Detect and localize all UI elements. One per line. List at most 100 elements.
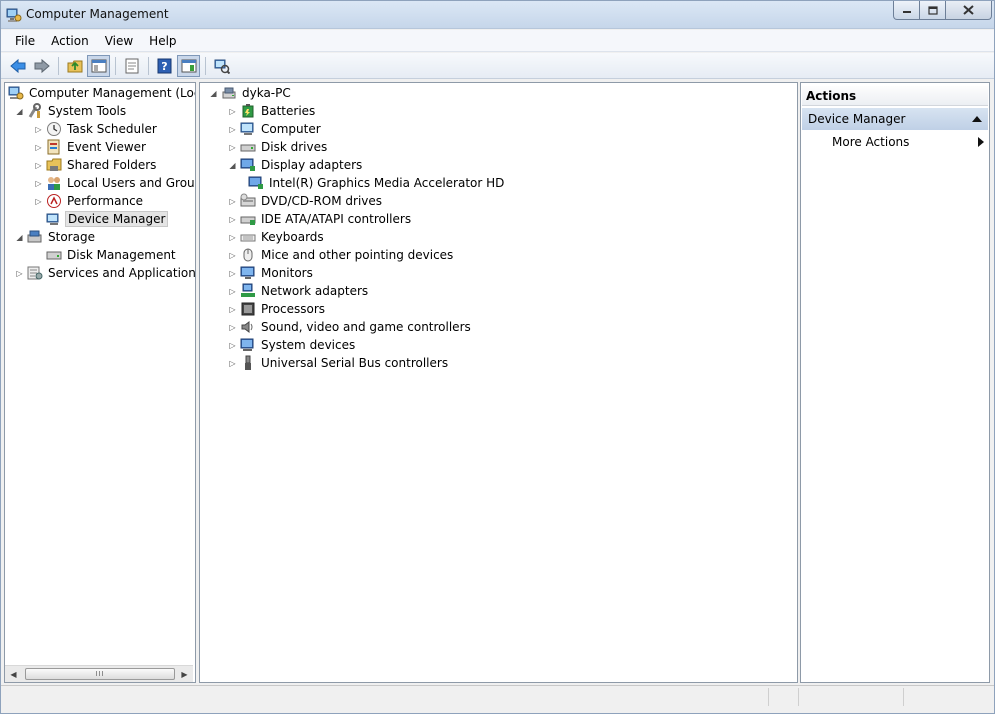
monitor-icon (240, 266, 255, 279)
expand-arrow-icon[interactable]: ▷ (228, 233, 237, 242)
tree-label: Performance (67, 194, 144, 208)
toolbar-separator (115, 56, 116, 75)
scan-hardware-changes-button[interactable] (210, 55, 233, 77)
collapse-arrow-icon[interactable]: ◢ (15, 233, 24, 242)
menu-action[interactable]: Action (43, 32, 97, 50)
device-tree-pane[interactable]: ◢ dyka-PC ▷ Batteries ▷ Computer ▷ Disk drive… (199, 82, 798, 683)
tree-item-task-scheduler[interactable]: ▷ Task Scheduler (34, 120, 159, 138)
expand-arrow-icon[interactable]: ▷ (228, 269, 237, 278)
device-category[interactable]: ▷ DVD/CD-ROM drives (228, 192, 384, 210)
computer-name: dyka-PC (242, 86, 291, 100)
expand-arrow-icon[interactable]: ▷ (228, 215, 237, 224)
maximize-button[interactable] (920, 1, 946, 20)
scroll-right-arrow-icon[interactable]: ▶ (176, 666, 193, 682)
tree-item-services-and-applications[interactable]: ▷ Services and Applications (15, 264, 195, 282)
status-panel (903, 688, 991, 706)
collapse-arrow-icon[interactable]: ◢ (15, 107, 24, 116)
expand-arrow-icon[interactable]: ▷ (228, 143, 237, 152)
tree-label: System Tools (48, 104, 127, 118)
device-category[interactable]: ▷ IDE ATA/ATAPI controllers (228, 210, 413, 228)
more-actions-item[interactable]: More Actions (832, 133, 984, 151)
expand-arrow-icon[interactable]: ▷ (34, 161, 43, 170)
expand-arrow-icon[interactable]: ▷ (228, 197, 237, 206)
minimize-icon (902, 11, 911, 13)
show-hide-action-pane-button[interactable] (177, 54, 200, 77)
computer-management-icon (8, 86, 24, 100)
device-label: DVD/CD-ROM drives (261, 194, 383, 208)
scrollbar-thumb[interactable]: III (25, 668, 175, 680)
expand-arrow-icon[interactable]: ▷ (34, 197, 43, 206)
device-category[interactable]: ▷ Keyboards (228, 228, 326, 246)
device-category[interactable]: ▷ Universal Serial Bus controllers (228, 354, 450, 372)
show-hide-console-tree-button[interactable] (87, 54, 110, 77)
tree-item-shared-folders[interactable]: ▷ Shared Folders (34, 156, 158, 174)
status-panel (798, 688, 903, 706)
close-icon (963, 5, 974, 15)
collapse-arrow-icon[interactable]: ◢ (228, 161, 237, 170)
device-label: Batteries (261, 104, 316, 118)
expand-arrow-icon[interactable]: ▷ (228, 125, 237, 134)
device-category[interactable]: ▷ Sound, video and game controllers (228, 318, 473, 336)
tree-item-local-users-and-groups[interactable]: ▷ Local Users and Groups (34, 174, 196, 192)
expand-arrow-icon[interactable]: ▷ (228, 251, 237, 260)
up-one-level-button[interactable] (63, 55, 86, 77)
device-label: IDE ATA/ATAPI controllers (261, 212, 412, 226)
tree-item-computer-management[interactable]: Computer Management (Local (8, 84, 195, 102)
show-hide-tree-icon (91, 59, 106, 72)
scroll-left-arrow-icon[interactable]: ◀ (5, 666, 22, 682)
menu-help[interactable]: Help (141, 32, 184, 50)
device-category[interactable]: ▷ Network adapters (228, 282, 370, 300)
expand-arrow-icon[interactable]: ▷ (228, 359, 237, 368)
computer-management-icon (6, 8, 22, 22)
disk-management-icon (46, 251, 62, 260)
minimize-button[interactable] (893, 1, 920, 20)
device-label: Monitors (261, 266, 313, 280)
back-button[interactable] (6, 55, 29, 77)
tree-label: Event Viewer (67, 140, 146, 154)
console-tree-pane[interactable]: Computer Management (Local ◢ System Tool… (4, 82, 196, 683)
close-button[interactable] (946, 1, 992, 20)
device-category[interactable]: ▷ Disk drives (228, 138, 329, 156)
device-category[interactable]: ▷ Batteries (228, 102, 317, 120)
tree-label: Local Users and Groups (67, 176, 196, 190)
tree-item-event-viewer[interactable]: ▷ Event Viewer (34, 138, 148, 156)
menu-view[interactable]: View (97, 32, 141, 50)
tree-item-disk-management[interactable]: Disk Management (46, 246, 178, 264)
device-label: Sound, video and game controllers (261, 320, 471, 334)
expand-arrow-icon[interactable]: ▷ (15, 269, 24, 278)
maximize-icon (927, 5, 938, 15)
device-category[interactable]: ▷ System devices (228, 336, 357, 354)
actions-section-device-manager[interactable]: Device Manager (802, 108, 988, 130)
tree-item-storage[interactable]: ◢ Storage (15, 228, 97, 246)
expand-arrow-icon[interactable]: ▷ (228, 287, 237, 296)
device-item[interactable]: Intel(R) Graphics Media Accelerator HD (248, 174, 506, 192)
device-category[interactable]: ▷ Monitors (228, 264, 315, 282)
expand-arrow-icon[interactable]: ▷ (34, 125, 43, 134)
expand-arrow-icon[interactable]: ▷ (34, 179, 43, 188)
collapse-up-arrow-icon[interactable] (972, 116, 982, 122)
forward-icon (34, 58, 50, 73)
expand-arrow-icon[interactable]: ▷ (228, 107, 237, 116)
device-category[interactable]: ▷ Processors (228, 300, 327, 318)
properties-button[interactable] (120, 55, 143, 77)
device-category[interactable]: ▷ Computer (228, 120, 323, 138)
title-bar[interactable]: Computer Management (1, 1, 994, 29)
expand-arrow-icon[interactable]: ▷ (34, 143, 43, 152)
forward-button[interactable] (30, 55, 53, 77)
menu-file[interactable]: File (7, 32, 43, 50)
status-panel (768, 688, 798, 706)
help-button[interactable]: ? (153, 55, 176, 77)
device-label: Computer (261, 122, 321, 136)
tree-item-performance[interactable]: ▷ Performance (34, 192, 145, 210)
mouse-icon (243, 248, 253, 262)
collapse-arrow-icon[interactable]: ◢ (209, 89, 218, 98)
device-category[interactable]: ▷ Mice and other pointing devices (228, 246, 455, 264)
expand-arrow-icon[interactable]: ▷ (228, 305, 237, 314)
tree-item-system-tools[interactable]: ◢ System Tools (15, 102, 128, 120)
device-tree-root[interactable]: ◢ dyka-PC (209, 84, 293, 102)
device-category[interactable]: ◢ Display adapters (228, 156, 364, 174)
expand-arrow-icon[interactable]: ▷ (228, 341, 237, 350)
tree-item-device-manager[interactable]: Device Manager (46, 210, 169, 228)
console-tree-horizontal-scrollbar[interactable]: ◀ III ▶ (5, 665, 193, 682)
expand-arrow-icon[interactable]: ▷ (228, 323, 237, 332)
